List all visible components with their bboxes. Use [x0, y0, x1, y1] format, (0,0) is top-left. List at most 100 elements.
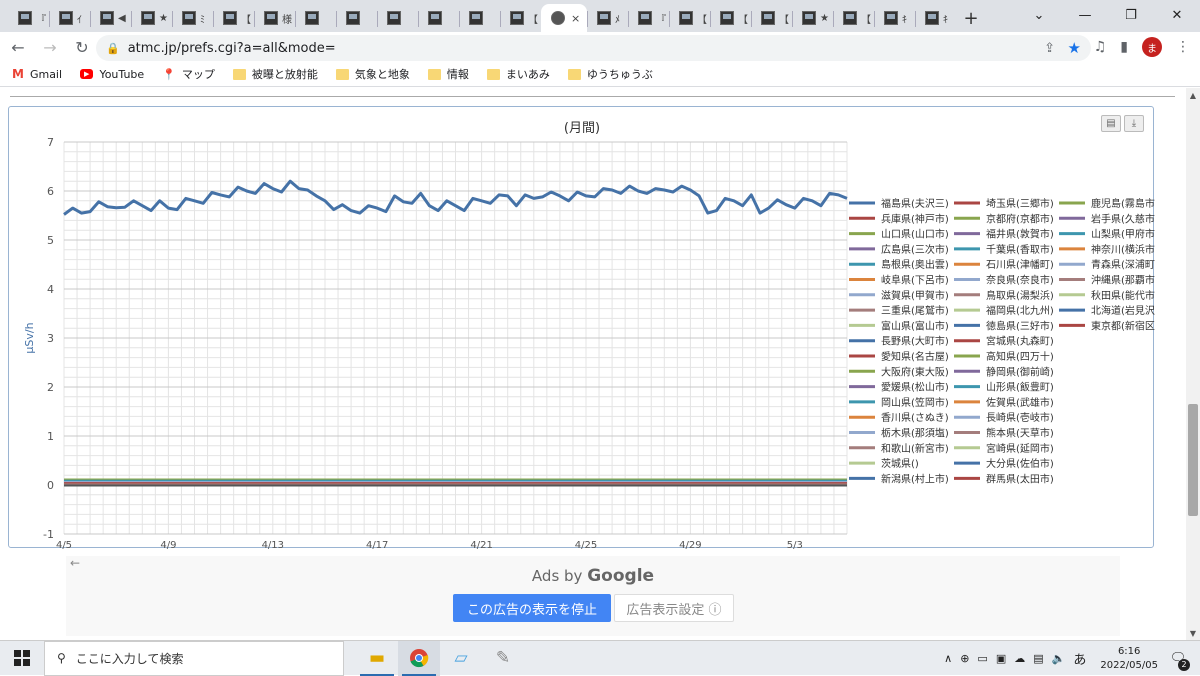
browser-tab[interactable]: ｷ: [915, 4, 956, 32]
network-icon[interactable]: ▣: [996, 652, 1006, 665]
browser-tab[interactable]: [336, 4, 377, 32]
toolbar-right: ♫ ▮ ま ⋮: [1094, 32, 1190, 62]
forward-button[interactable]: →: [36, 33, 64, 61]
browser-tab[interactable]: [459, 4, 500, 32]
start-button[interactable]: [0, 641, 44, 676]
browser-tab[interactable]: ｲ: [49, 4, 90, 32]
bookmark-item[interactable]: ▶ YouTube: [80, 68, 144, 81]
pen-tool-icon[interactable]: ✎: [482, 641, 524, 676]
tab-favicon-icon: [679, 11, 693, 25]
browser-tab[interactable]: 【: [500, 4, 541, 32]
browser-tab[interactable]: ×: [541, 4, 587, 32]
bookmark-label: 情報: [446, 68, 469, 81]
legend-item: 兵庫県(神戸市): [881, 212, 949, 225]
clock-time: 6:16: [1117, 645, 1141, 657]
browser-tab[interactable]: [418, 4, 459, 32]
reload-button[interactable]: ↻: [68, 33, 96, 61]
x-tick-label: 5/3: [787, 540, 803, 549]
side-panel-icon[interactable]: ▮: [1120, 39, 1128, 55]
bookmark-item[interactable]: 被曝と放射能: [232, 66, 318, 82]
bookmark-item[interactable]: ゆうちゅうぶ: [567, 66, 653, 82]
x-tick-label: 4/29: [679, 540, 701, 549]
bookmark-item[interactable]: M Gmail: [12, 67, 62, 81]
ad-settings-button[interactable]: 広告表示設定 ⓘ: [614, 594, 734, 622]
volume-icon[interactable]: 🔈: [1052, 652, 1066, 665]
notepad-icon[interactable]: ▱: [440, 641, 482, 676]
browser-tab[interactable]: [295, 4, 336, 32]
tab-search-icon[interactable]: ⌄: [1016, 0, 1062, 30]
x-tick-label: 4/25: [575, 540, 597, 549]
browser-tab[interactable]: 【: [213, 4, 254, 32]
clock[interactable]: 6:16 2022/05/05: [1100, 645, 1158, 673]
battery-icon[interactable]: ▭: [977, 652, 987, 665]
browser-tab[interactable]: ﾐ: [172, 4, 213, 32]
y-tick-label: -1: [43, 528, 54, 541]
browser-tab[interactable]: ★: [131, 4, 172, 32]
tab-favicon-icon: [141, 11, 155, 25]
tab-title: 様: [282, 14, 292, 26]
chrome-icon[interactable]: [398, 640, 440, 676]
tray-app-icon[interactable]: ⊕: [960, 652, 969, 665]
page-scrollbar[interactable]: ▲ ▼: [1186, 88, 1200, 640]
browser-tab[interactable]: ﾒ: [587, 4, 628, 32]
bookmark-item[interactable]: 気象と地象: [335, 66, 410, 82]
browser-tab[interactable]: ★: [792, 4, 833, 32]
bookmark-item[interactable]: 情報: [427, 66, 469, 82]
tab-favicon-icon: [638, 11, 652, 25]
bookmark-label: マップ: [181, 68, 215, 81]
tab-title: ◀: [118, 12, 126, 24]
back-button[interactable]: ←: [4, 33, 32, 61]
maximize-button[interactable]: ❐: [1108, 0, 1154, 30]
notification-icon[interactable]: 🗨 2: [1166, 647, 1190, 671]
y-tick-label: 3: [47, 332, 54, 345]
bookmark-label: ゆうちゅうぶ: [586, 68, 653, 81]
bookmark-item[interactable]: 📍 マップ: [162, 66, 215, 82]
tab-title: 『: [656, 14, 666, 26]
tab-close-icon[interactable]: ×: [571, 12, 580, 25]
scroll-down-arrow[interactable]: ▼: [1186, 626, 1200, 640]
bookmark-label: Gmail: [29, 67, 63, 81]
bookmark-item[interactable]: まいあみ: [486, 66, 550, 82]
menu-icon[interactable]: ⋮: [1176, 39, 1190, 55]
browser-tab[interactable]: ｷ: [874, 4, 915, 32]
legend-item: 山口県(山口市): [881, 228, 949, 241]
tab-title: ﾒ: [615, 14, 620, 26]
media-control-icon[interactable]: ♫: [1094, 39, 1107, 55]
browser-tab[interactable]: 『: [628, 4, 669, 32]
folder-icon: [232, 68, 246, 80]
cloud-icon[interactable]: ☁: [1014, 652, 1025, 665]
minimize-button[interactable]: —: [1062, 0, 1108, 30]
browser-tab[interactable]: ◀: [90, 4, 131, 32]
window-controls: ⌄ — ❐ ✕: [1016, 0, 1200, 30]
browser-tab[interactable]: 様: [254, 4, 295, 32]
browser-tab[interactable]: 【: [751, 4, 792, 32]
tray-expand-icon[interactable]: ∧: [944, 652, 952, 665]
display-icon[interactable]: ▤: [1033, 652, 1043, 665]
bookmark-star-icon[interactable]: ★: [1068, 39, 1081, 57]
browser-tab[interactable]: 【: [833, 4, 874, 32]
windows-taskbar: ⚲ ここに入力して検索 ▬ ▱ ✎ ∧ ⊕ ▭ ▣ ☁ ▤ 🔈 あ 6:16 2…: [0, 640, 1200, 676]
taskbar-search[interactable]: ⚲ ここに入力して検索: [44, 640, 344, 676]
ime-indicator[interactable]: あ: [1073, 649, 1086, 668]
legend-item: 和歌山(新宮市): [881, 442, 949, 455]
profile-avatar[interactable]: ま: [1142, 37, 1162, 57]
new-tab-button[interactable]: +: [956, 4, 986, 32]
stop-ad-button[interactable]: この広告の表示を停止: [453, 594, 611, 622]
file-explorer-icon[interactable]: ▬: [356, 641, 398, 676]
scroll-up-arrow[interactable]: ▲: [1186, 88, 1200, 102]
bookmark-label: 被曝と放射能: [251, 68, 318, 81]
lock-icon[interactable]: 🔒: [106, 42, 120, 55]
tab-title: 【: [241, 14, 251, 26]
scroll-thumb[interactable]: [1188, 404, 1198, 516]
y-tick-label: 0: [47, 479, 54, 492]
y-tick-label: 7: [47, 136, 54, 149]
share-icon[interactable]: ⇪: [1044, 41, 1055, 56]
legend-item: 石川県(津幡町): [986, 258, 1054, 271]
browser-tab[interactable]: 『: [8, 4, 49, 32]
browser-tab[interactable]: 【: [710, 4, 751, 32]
close-window-button[interactable]: ✕: [1154, 0, 1200, 30]
address-bar[interactable]: 🔒 atmc.jp/prefs.cgi?a=all&mode= ⇪ ★: [96, 35, 1091, 61]
browser-tab[interactable]: [377, 4, 418, 32]
browser-tab[interactable]: 【: [669, 4, 710, 32]
y-tick-label: 2: [47, 381, 54, 394]
